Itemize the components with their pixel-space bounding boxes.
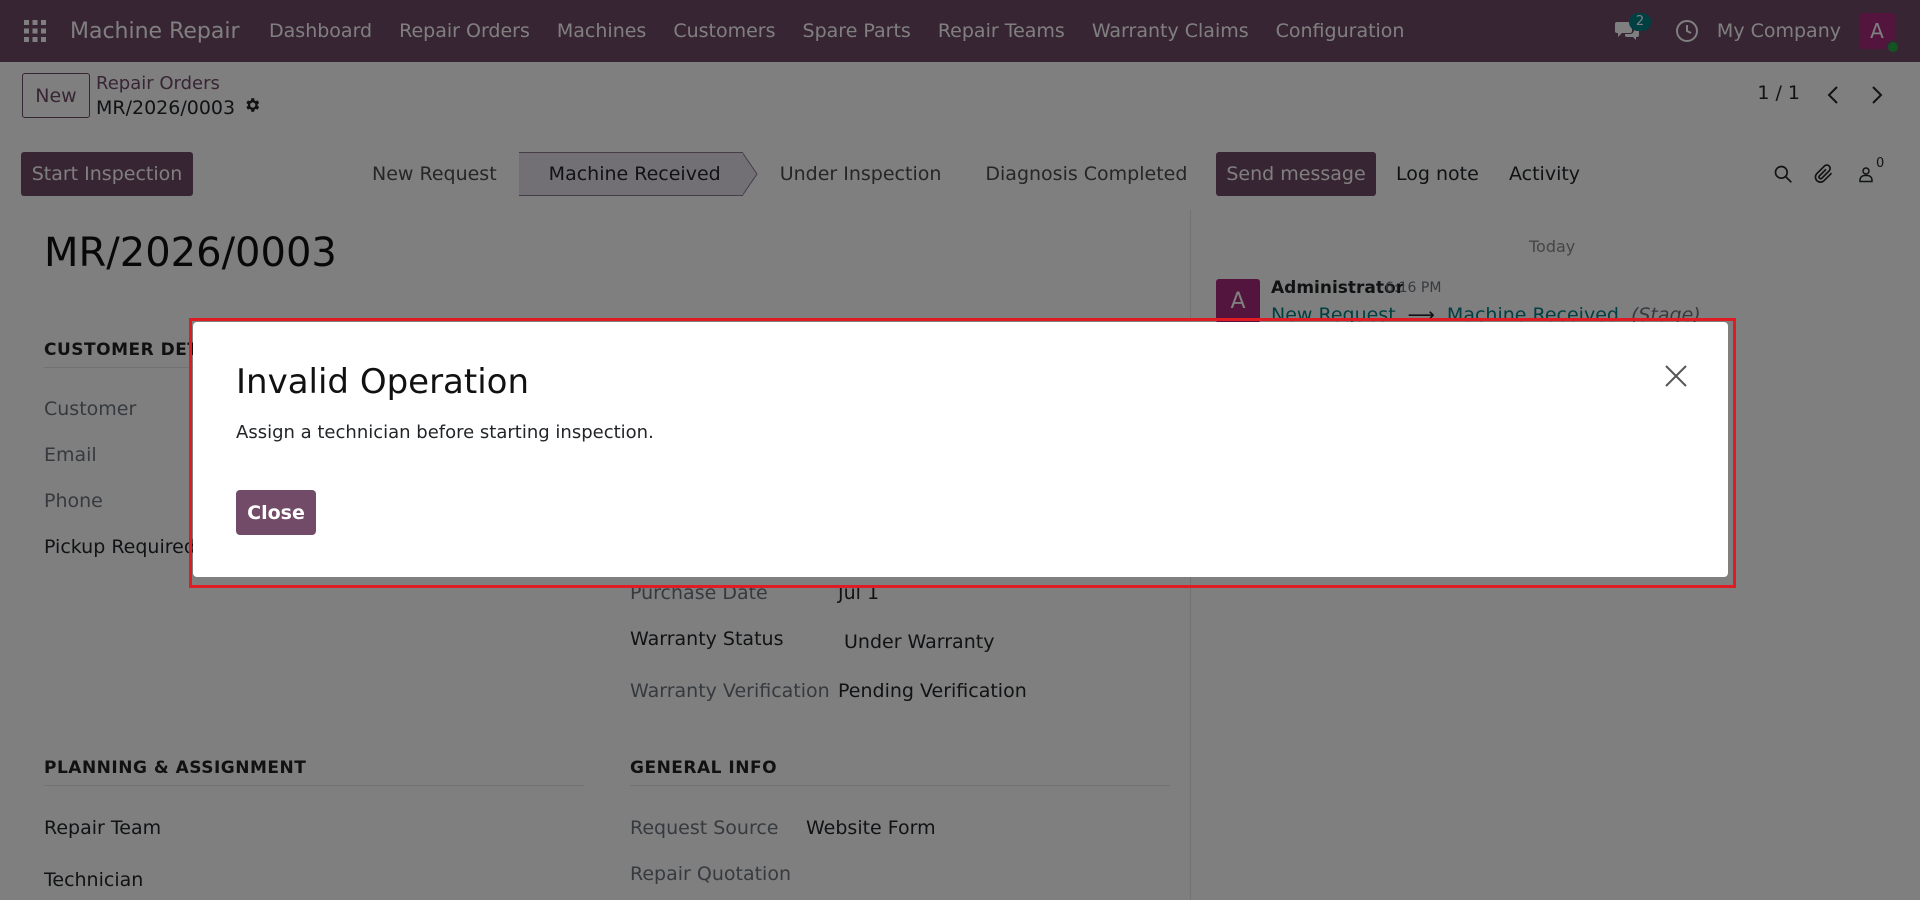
- dialog-message: Assign a technician before starting insp…: [236, 422, 654, 443]
- close-icon[interactable]: [1662, 362, 1690, 390]
- dialog-title: Invalid Operation: [236, 362, 530, 402]
- invalid-operation-dialog: Invalid Operation Assign a technician be…: [193, 322, 1728, 577]
- close-button[interactable]: Close: [236, 490, 316, 535]
